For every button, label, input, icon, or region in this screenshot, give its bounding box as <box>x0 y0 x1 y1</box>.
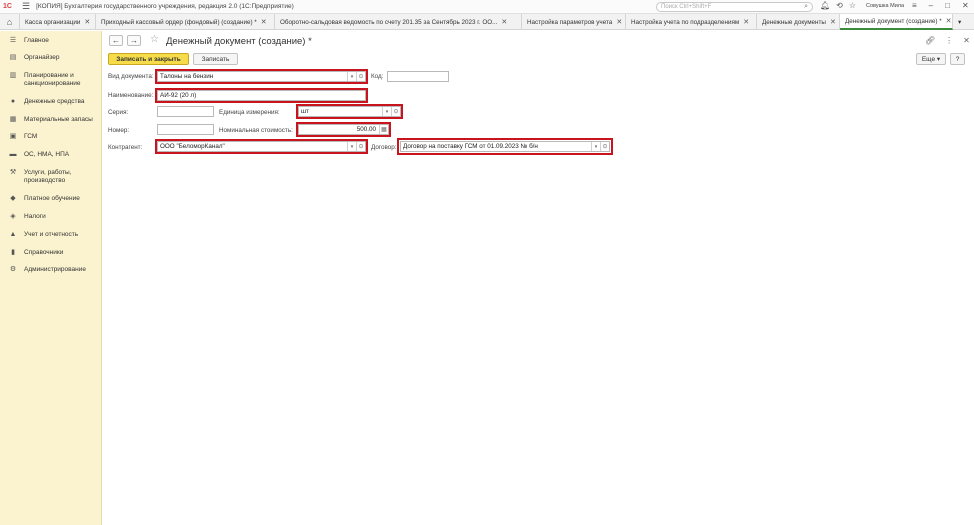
back-button[interactable]: ← <box>109 35 123 46</box>
document-form: ← → ☆ Денежный документ (создание) * 🔗︎ … <box>103 31 974 525</box>
minimize-icon[interactable]: – <box>929 1 933 10</box>
more-vertical-icon[interactable]: ⋮ <box>945 36 953 45</box>
sidebar-item-organizer[interactable]: ▤ Органайзер <box>0 54 102 62</box>
contract-highlight <box>397 138 613 155</box>
open-tabs-bar: ⌂ Касса организации ✕ Приходный кассовый … <box>0 14 974 30</box>
assets-icon: ▬ <box>9 151 17 158</box>
name-highlight <box>155 88 368 103</box>
code-label: Код: <box>371 73 384 80</box>
maximize-icon[interactable]: □ <box>945 1 950 10</box>
settings-menu-icon[interactable]: ≡ <box>912 1 917 10</box>
app-title: [КОПИЯ] Бухгалтерия государственного учр… <box>36 3 294 10</box>
favorites-icon[interactable]: ☆ <box>849 1 856 10</box>
close-form-icon[interactable]: ✕ <box>963 36 970 45</box>
global-search-input[interactable]: Поиск Ctrl+Shift+F ⌕ <box>656 2 813 12</box>
more-button[interactable]: Еще ▾ <box>916 53 946 65</box>
tab-money-documents[interactable]: Денежные документы ✕ <box>757 14 840 30</box>
nominal-label: Номинальная стоимость: <box>219 127 293 134</box>
title-bar: 1С ☰ [КОПИЯ] Бухгалтерия государственног… <box>0 0 974 14</box>
money-icon: ● <box>10 98 16 105</box>
sidebar: ☰ Главное ▤ Органайзер ▥ Планирование и сан… <box>0 31 102 525</box>
chevron-down-icon: ▾ <box>936 56 941 63</box>
sidebar-item-taxes[interactable]: ◈ Налоги <box>0 213 102 221</box>
tab-subdivision-settings[interactable]: Настройка учета по подразделениям ✕ <box>626 14 757 30</box>
sidebar-item-materials[interactable]: ▦ Материальные запасы <box>0 116 102 124</box>
series-input[interactable] <box>157 106 214 117</box>
link-icon[interactable]: 🔗︎ <box>925 36 935 45</box>
arrow-left-icon: ← <box>112 36 120 45</box>
help-button[interactable]: ? <box>950 53 965 65</box>
close-icon[interactable]: ✕ <box>962 1 969 10</box>
history-icon[interactable]: ⟲ <box>836 1 843 10</box>
contract-label: Договор: <box>371 144 397 151</box>
unit-label: Единица измерения: <box>219 109 280 116</box>
taxes-icon: ◈ <box>10 213 16 220</box>
sidebar-item-planning[interactable]: ▥ Планирование и санкционирование <box>0 72 102 88</box>
sidebar-item-money[interactable]: ● Денежные средства <box>0 98 102 106</box>
planning-icon: ▥ <box>9 72 17 79</box>
close-tab-icon[interactable]: ✕ <box>261 18 267 26</box>
home-icon[interactable]: ⌂ <box>0 14 20 30</box>
number-label: Номер: <box>108 127 130 134</box>
arrow-right-icon: → <box>130 36 138 45</box>
close-tab-icon[interactable]: ✕ <box>616 18 622 26</box>
organizer-icon: ▤ <box>9 54 17 61</box>
reports-icon: ▲ <box>9 231 17 238</box>
education-icon: ◆ <box>10 195 16 202</box>
counterparty-highlight <box>155 139 368 154</box>
unit-highlight <box>296 104 403 119</box>
save-and-close-button[interactable]: Записать и закрыть <box>108 53 189 65</box>
sidebar-item-fuel[interactable]: ▣ ГСМ <box>0 133 102 141</box>
tab-accounting-params[interactable]: Настройка параметров учета ✕ <box>522 14 626 30</box>
close-tab-icon[interactable]: ✕ <box>830 18 836 26</box>
sidebar-item-main[interactable]: ☰ Главное <box>0 37 102 45</box>
tab-turnover-sheet[interactable]: Оборотно-сальдовая ведомость по счету 20… <box>275 14 522 30</box>
close-tab-icon[interactable]: ✕ <box>501 18 507 26</box>
sidebar-item-assets[interactable]: ▬ ОС, НМА, НПА <box>0 151 102 159</box>
fuel-icon: ▣ <box>9 133 17 140</box>
tabs-more-icon[interactable]: ▾ <box>953 14 974 30</box>
close-tab-icon[interactable]: ✕ <box>946 17 952 25</box>
search-placeholder: Поиск Ctrl+Shift+F <box>661 4 712 10</box>
materials-icon: ▦ <box>9 116 17 123</box>
tab-cash-order[interactable]: Приходный кассовый ордер (фондовый) (соз… <box>96 14 275 30</box>
close-tab-icon[interactable]: ✕ <box>84 18 90 26</box>
doc-type-highlight <box>155 69 368 84</box>
forward-button[interactable]: → <box>127 35 141 46</box>
sidebar-item-education[interactable]: ◆ Платное обучение <box>0 195 102 203</box>
tab-cash[interactable]: Касса организации ✕ <box>20 14 96 30</box>
sidebar-item-reports[interactable]: ▲ Учет и отчетность <box>0 231 102 239</box>
sidebar-item-catalogs[interactable]: ▮ Справочники <box>0 249 102 257</box>
close-tab-icon[interactable]: ✕ <box>743 18 749 26</box>
nominal-highlight <box>296 122 391 137</box>
main-menu-icon[interactable]: ☰ <box>22 1 30 12</box>
name-label: Наименование: <box>108 92 154 99</box>
menu-icon: ☰ <box>9 37 17 44</box>
doc-type-label: Вид документа: <box>108 73 154 80</box>
save-button[interactable]: Записать <box>193 53 238 65</box>
app-logo: 1С <box>3 3 12 10</box>
counterparty-label: Контрагент: <box>108 144 143 151</box>
sidebar-item-admin[interactable]: ⚙ Администрирование <box>0 266 102 274</box>
favorite-star-icon[interactable]: ☆ <box>150 34 159 45</box>
services-icon: ⚒ <box>9 169 17 176</box>
admin-icon: ⚙ <box>9 266 17 273</box>
page-title: Денежный документ (создание) * <box>166 36 312 47</box>
sidebar-item-services[interactable]: ⚒ Услуги, работы, производство <box>0 169 102 185</box>
code-input[interactable] <box>387 71 449 82</box>
search-icon[interactable]: ⌕ <box>804 3 808 11</box>
user-name[interactable]: Совушка Мила <box>866 3 904 9</box>
tab-money-document-create[interactable]: Денежный документ (создание) * ✕ <box>840 14 953 30</box>
series-label: Серия: <box>108 109 129 116</box>
number-input[interactable] <box>157 124 214 135</box>
catalogs-icon: ▮ <box>11 249 15 256</box>
bell-icon[interactable]: 🔔︎ <box>820 1 830 10</box>
